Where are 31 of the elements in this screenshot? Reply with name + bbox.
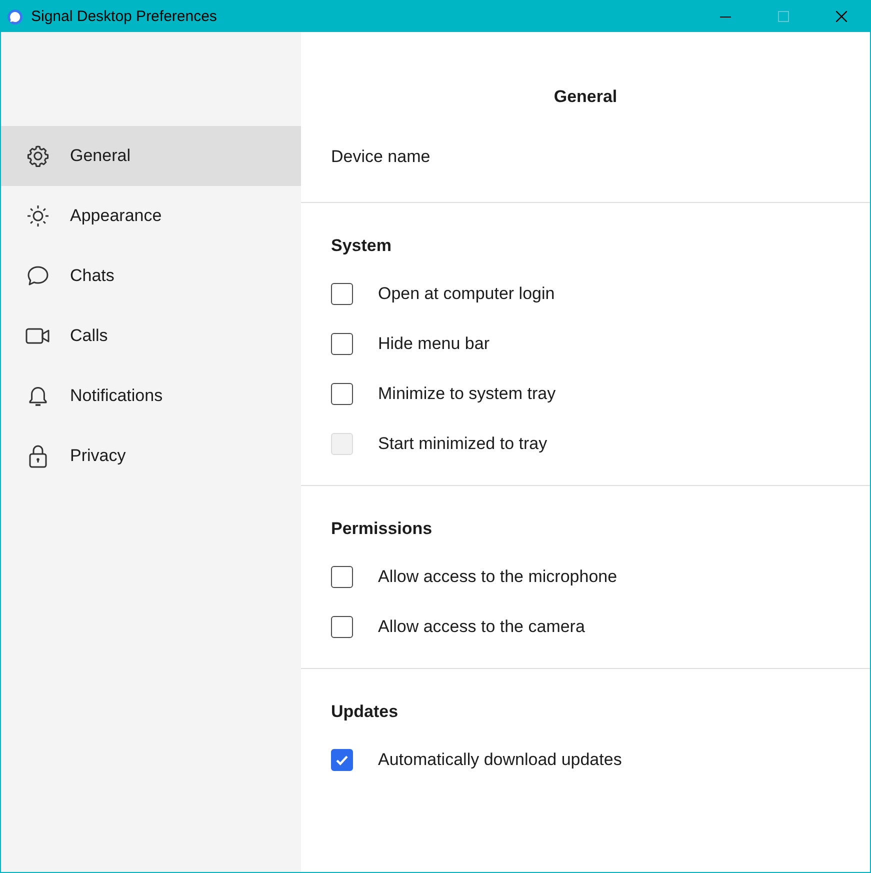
device-name-label: Device name — [331, 146, 430, 168]
sidebar-item[interactable]: Chats — [1, 246, 301, 306]
sidebar-item[interactable]: Appearance — [1, 186, 301, 246]
maximize-icon — [778, 11, 788, 22]
checkbox-label: Allow access to the camera — [378, 616, 585, 638]
gear-icon — [25, 143, 51, 169]
section-heading: Updates — [331, 701, 398, 723]
sidebar-item[interactable]: Calls — [1, 306, 301, 366]
checkbox-label: Start minimized to tray — [378, 433, 548, 455]
checkbox[interactable] — [331, 616, 353, 638]
checkbox[interactable] — [331, 283, 353, 305]
checkbox[interactable] — [331, 383, 353, 405]
checkbox-label: Open at computer login — [378, 283, 555, 305]
checkbox-label: Automatically download updates — [378, 749, 622, 771]
app-logo-icon — [7, 8, 23, 24]
sun-icon — [25, 203, 51, 229]
checkbox[interactable] — [331, 749, 353, 771]
checkmark-icon — [335, 753, 349, 767]
checkbox-label: Minimize to system tray — [378, 383, 556, 405]
page-title: General — [552, 86, 618, 108]
checkbox-label: Allow access to the microphone — [378, 566, 618, 588]
section-heading: System — [331, 235, 392, 257]
close-icon — [836, 11, 846, 22]
checkbox[interactable] — [331, 333, 353, 355]
sidebar-item[interactable]: General — [1, 126, 301, 186]
section-heading: Permissions — [331, 518, 432, 540]
checkbox[interactable] — [331, 566, 353, 588]
window-title: Signal Desktop Preferences — [31, 8, 218, 25]
sidebar-item[interactable]: Notifications — [1, 366, 301, 426]
checkbox-label: Hide menu bar — [378, 333, 490, 355]
sidebar-item[interactable]: Privacy — [1, 426, 301, 486]
